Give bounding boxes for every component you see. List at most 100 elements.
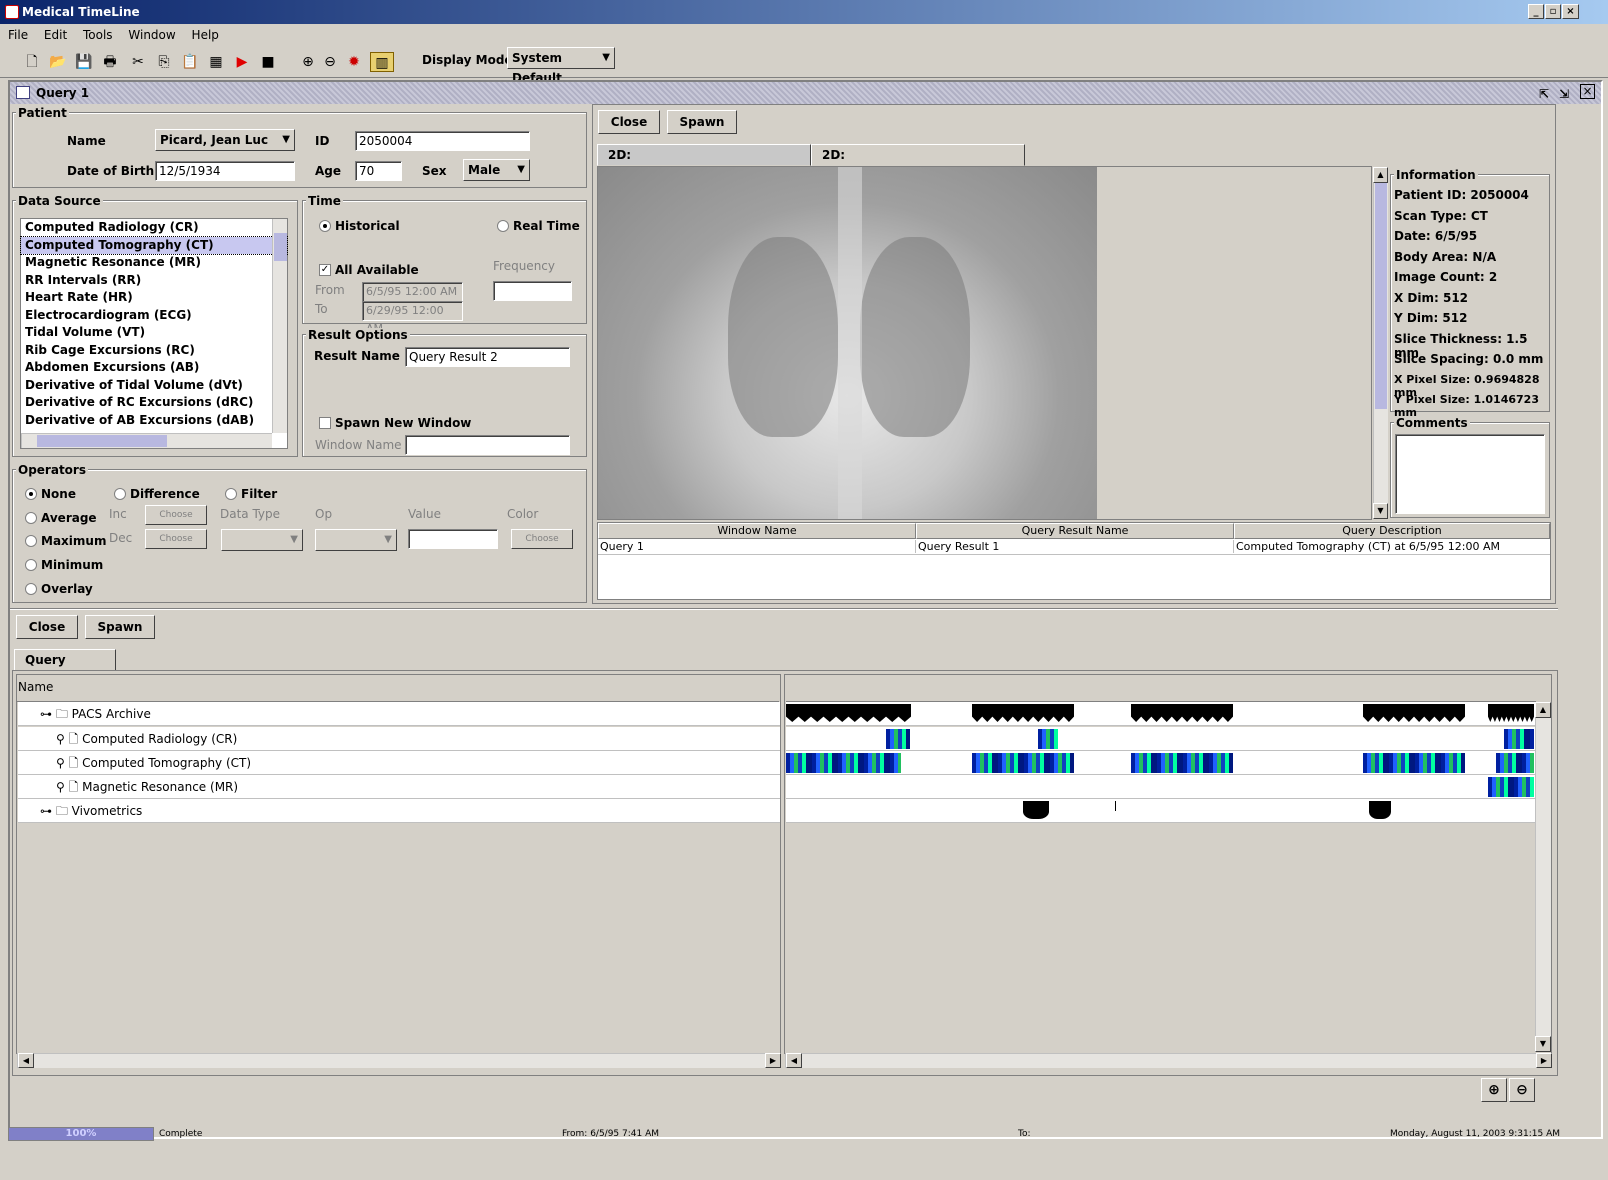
list-item[interactable]: Derivative of AB Excursions (dAB) (21, 412, 287, 430)
minimum-radio[interactable] (25, 559, 37, 571)
window-name-field[interactable] (405, 435, 570, 455)
timeline-thumbnail[interactable] (1488, 777, 1534, 797)
menu-help[interactable]: Help (192, 28, 219, 42)
calendar-icon[interactable]: ▦ (206, 52, 226, 72)
timeline-segment[interactable] (1131, 704, 1233, 722)
chart-icon[interactable]: ▥ (370, 52, 394, 72)
overlay-radio[interactable] (25, 583, 37, 595)
tree-row-cr[interactable]: ⚲ 🗋 Computed Radiology (CR) (18, 727, 780, 751)
scroll-left-icon[interactable]: ◀ (18, 1053, 34, 1068)
viewer-spawn-button[interactable]: Spawn (667, 110, 737, 134)
timeline-zoom-in-icon[interactable]: ⊕ (1481, 1078, 1507, 1102)
new-icon[interactable]: 🗋 (22, 52, 42, 72)
data-source-hscroll[interactable] (21, 433, 272, 448)
expand-icon[interactable]: ⊶ (40, 804, 52, 818)
scroll-thumb[interactable] (274, 233, 287, 261)
scroll-down-icon[interactable]: ▼ (1535, 1036, 1551, 1052)
list-item[interactable]: Heart Rate (HR) (21, 289, 287, 307)
scroll-up-icon[interactable]: ▲ (1535, 702, 1551, 718)
color-choose-button[interactable]: Choose (511, 529, 573, 549)
spawn-new-window-checkbox[interactable] (319, 417, 331, 429)
image-vscroll[interactable]: ▲ ▼ (1373, 167, 1388, 519)
tab-ct-image[interactable]: 2D: 2050004_CT_9036.nr2_950605 (811, 144, 1026, 182)
timeline-zoom-out-icon[interactable]: ⊖ (1509, 1078, 1535, 1102)
list-item[interactable]: Rib Cage Excursions (RC) (21, 342, 287, 360)
cut-icon[interactable]: ✂ (128, 52, 148, 72)
historical-radio[interactable] (319, 220, 331, 232)
window-name-header[interactable]: Window Name (598, 523, 916, 539)
list-item[interactable]: Abdomen Excursions (AB) (21, 359, 287, 377)
scroll-thumb[interactable] (37, 435, 167, 447)
list-item[interactable]: Computed Radiology (CR) (21, 219, 287, 237)
to-field[interactable]: 6/29/95 12:00 AM (362, 301, 463, 335)
tree-hscroll[interactable]: ◀ ▶ (17, 1053, 781, 1068)
timeline-thumbnail[interactable] (1496, 753, 1534, 773)
display-mode-select[interactable]: System Default ▼ (507, 47, 615, 85)
timeline-segment[interactable] (1488, 704, 1534, 722)
age-field[interactable]: 70 (355, 161, 402, 181)
frame-maximize-icon[interactable]: ⇲ (1559, 83, 1569, 105)
tab-cr-image[interactable]: 2D: 2050004_CR_2912.nr1_950506 (597, 144, 813, 182)
list-item[interactable]: Magnetic Resonance (MR) (21, 254, 287, 272)
scroll-right-icon[interactable]: ▶ (765, 1053, 781, 1068)
tree-row-ct[interactable]: ⚲ 🗋 Computed Tomography (CT) (18, 751, 780, 775)
data-source-list[interactable]: Computed Radiology (CR) Computed Tomogra… (20, 218, 288, 449)
data-source-vscroll[interactable] (272, 219, 287, 433)
name-column-header[interactable]: Name (16, 674, 779, 702)
real-time-radio[interactable] (497, 220, 509, 232)
frame-close-icon[interactable]: × (1580, 84, 1595, 99)
viewer-close-button[interactable]: Close (598, 110, 660, 134)
menu-file[interactable]: File (8, 28, 28, 42)
inc-choose-button[interactable]: Choose (145, 505, 207, 525)
average-radio[interactable] (25, 512, 37, 524)
value-field[interactable] (408, 529, 498, 549)
menu-window[interactable]: Window (128, 28, 175, 42)
scroll-left-icon[interactable]: ◀ (786, 1053, 802, 1068)
timeline-hscroll[interactable]: ◀ ▶ (785, 1053, 1552, 1068)
list-item[interactable]: Electrocardiogram (ECG) (21, 307, 287, 325)
tree-row-vivometrics[interactable]: ⊶ 🗀 Vivometrics (18, 799, 780, 823)
timeline-thumbnail[interactable] (1131, 753, 1233, 773)
all-available-checkbox[interactable]: ✓ (319, 264, 331, 276)
play-icon[interactable]: ▶ (232, 52, 252, 72)
restore-button[interactable]: ▫ (1545, 4, 1561, 19)
timeline-thumbnail[interactable] (786, 753, 901, 773)
minimize-button[interactable]: _ (1528, 4, 1544, 19)
table-cell-window-name[interactable]: Query 1 (598, 540, 916, 553)
table-cell-description[interactable]: Computed Tomography (CT) at 6/5/95 12:00… (1234, 540, 1550, 553)
list-item-selected[interactable]: Computed Tomography (CT) (20, 235, 288, 255)
list-item[interactable]: Tidal Volume (VT) (21, 324, 287, 342)
op-select[interactable]: ▼ (315, 529, 397, 551)
print-icon[interactable]: 🖶 (100, 52, 120, 72)
dec-choose-button[interactable]: Choose (145, 529, 207, 549)
open-icon[interactable]: 📂 (48, 52, 68, 72)
query-result-name-header[interactable]: Query Result Name (916, 523, 1234, 539)
filter-radio[interactable] (225, 488, 237, 500)
paste-icon[interactable]: 📋 (180, 52, 200, 72)
timeline-thumbnail[interactable] (972, 753, 1074, 773)
menu-tools[interactable]: Tools (83, 28, 113, 42)
menu-edit[interactable]: Edit (44, 28, 67, 42)
tree-row-pacs-archive[interactable]: ⊶ 🗀 PACS Archive (18, 702, 780, 726)
stop-icon[interactable]: ■ (258, 52, 278, 72)
timeline-marker[interactable] (1023, 801, 1049, 819)
patient-name-select[interactable]: Picard, Jean Luc ▼ (155, 129, 295, 151)
timeline-thumbnail[interactable] (886, 729, 910, 749)
scroll-down-icon[interactable]: ▼ (1373, 503, 1388, 519)
query-description-header[interactable]: Query Description (1234, 523, 1550, 539)
sex-select[interactable]: Male ▼ (463, 159, 530, 181)
timeline-marker[interactable] (1369, 801, 1391, 819)
timeline-thumbnail[interactable] (1504, 729, 1534, 749)
split-divider[interactable] (10, 608, 1558, 610)
dob-field[interactable]: 12/5/1934 (155, 161, 295, 181)
timeline-thumbnail[interactable] (1038, 729, 1058, 749)
difference-radio[interactable] (114, 488, 126, 500)
timeline-thumbnail[interactable] (1363, 753, 1465, 773)
timeline-segment[interactable] (786, 704, 911, 722)
comments-field[interactable] (1395, 434, 1545, 514)
tab-query-result-1[interactable]: Query Result 1 (14, 649, 116, 687)
frequency-field[interactable] (493, 281, 572, 301)
table-cell-result-name[interactable]: Query Result 1 (916, 540, 1234, 553)
result-name-field[interactable]: Query Result 2 (405, 347, 570, 367)
results-spawn-button[interactable]: Spawn (85, 615, 155, 639)
